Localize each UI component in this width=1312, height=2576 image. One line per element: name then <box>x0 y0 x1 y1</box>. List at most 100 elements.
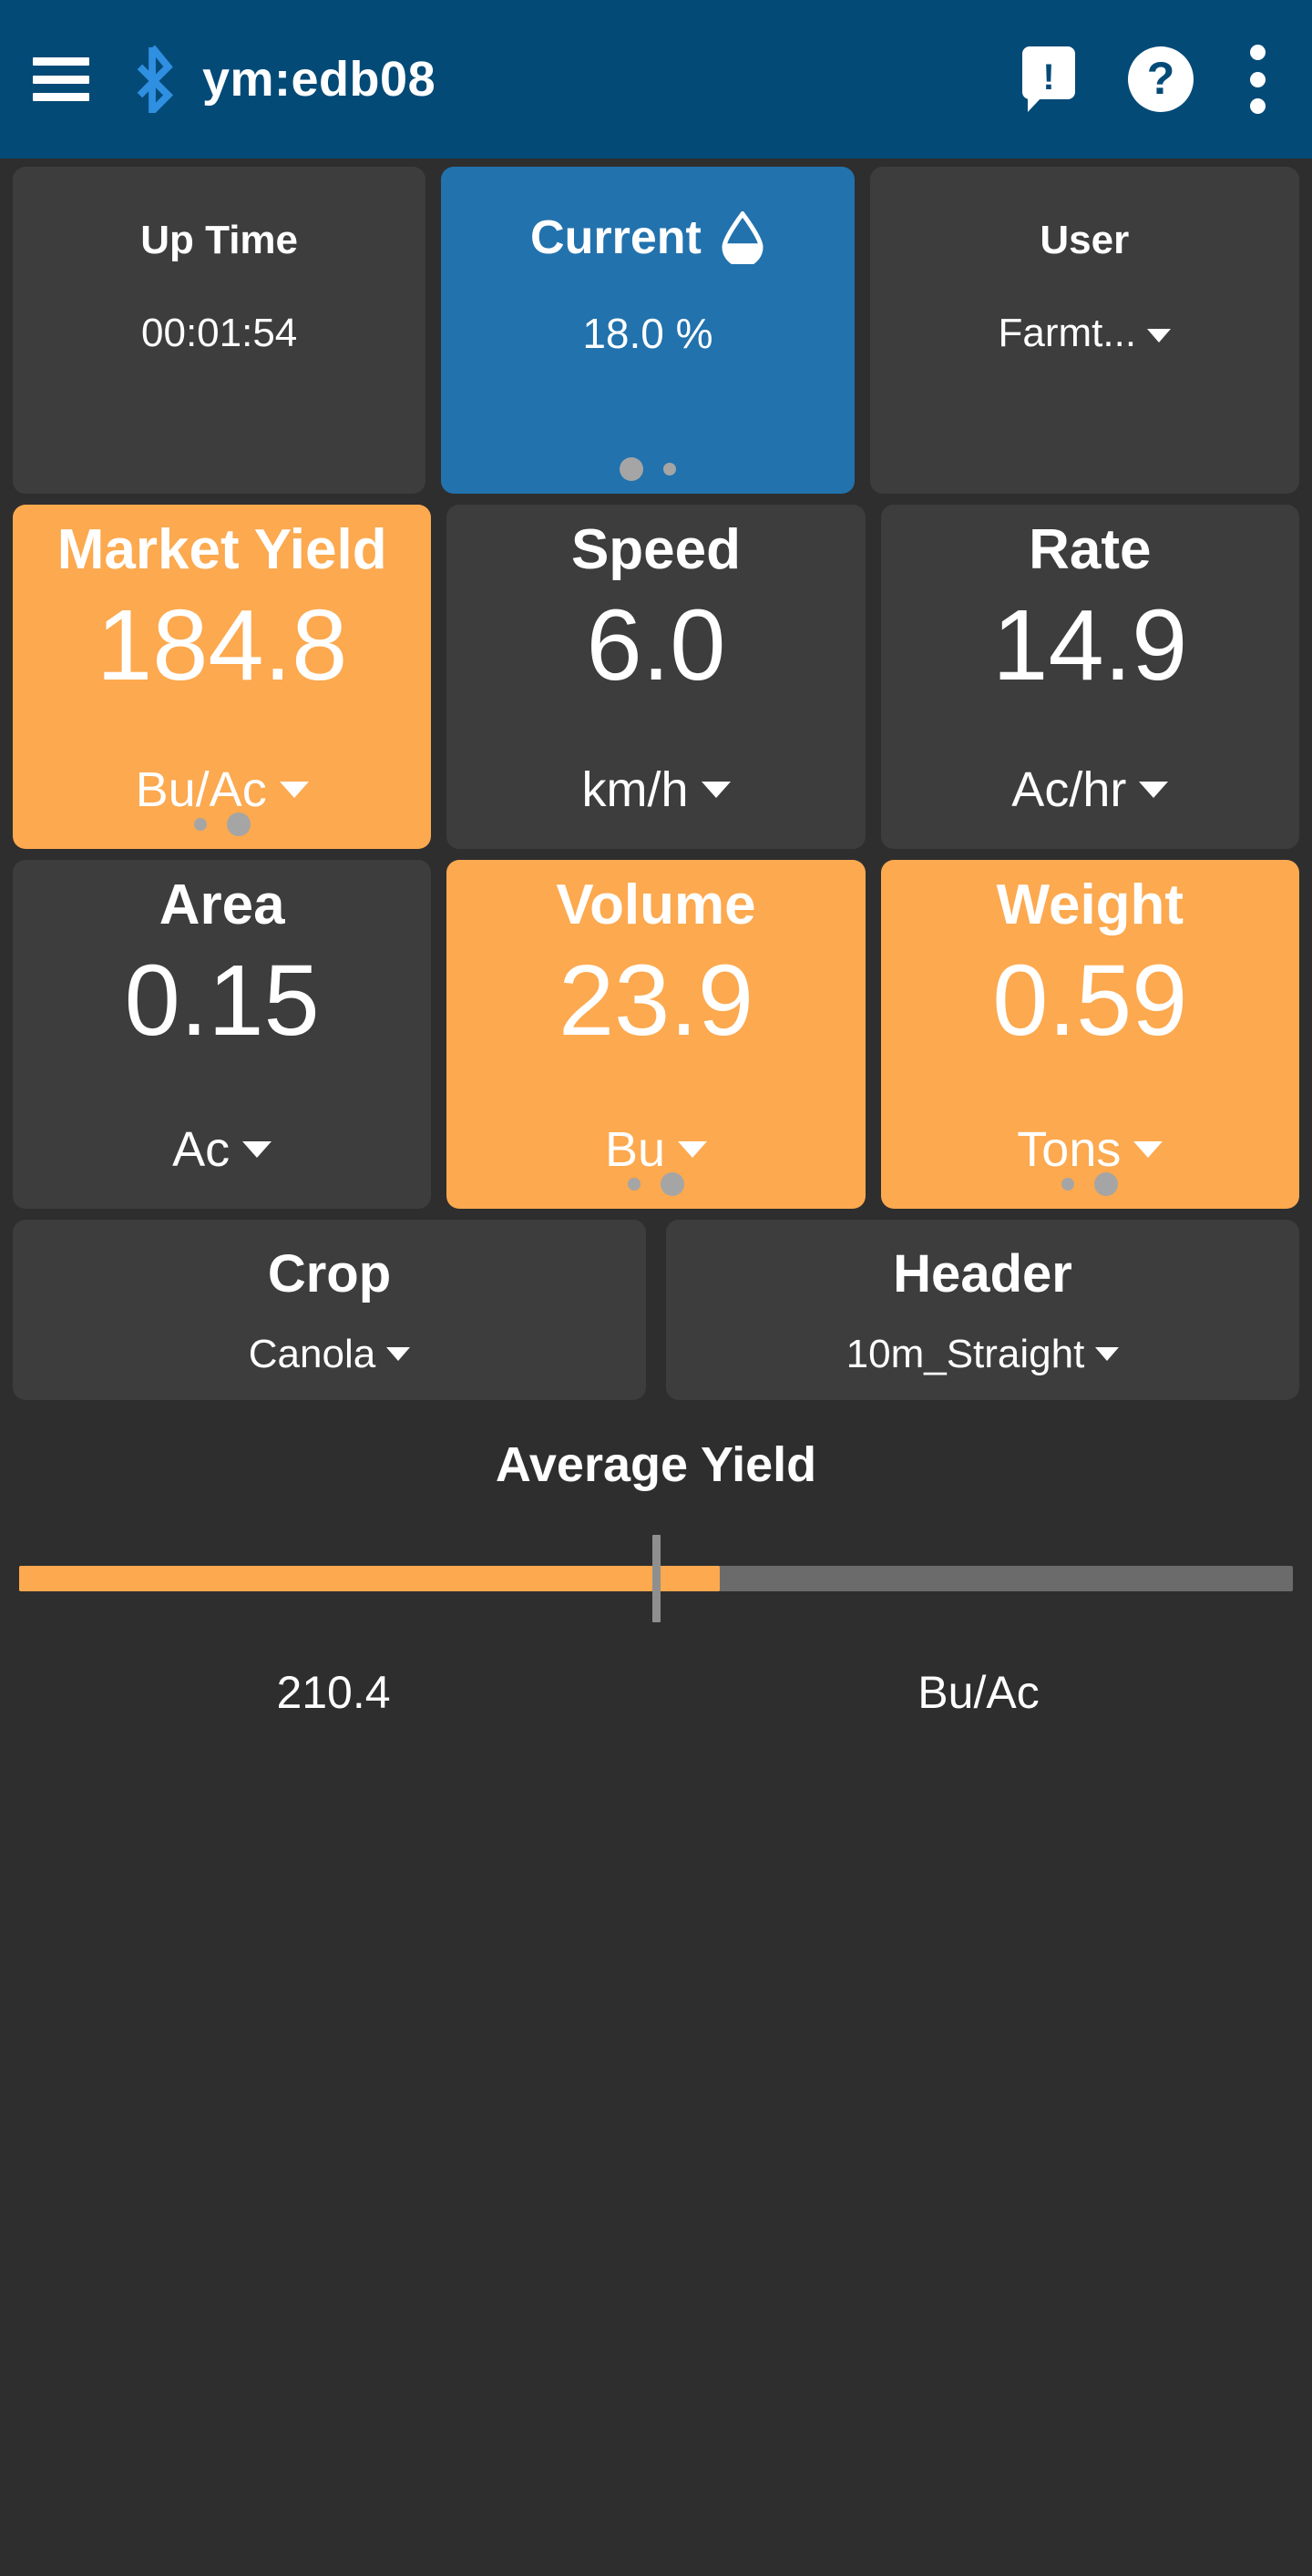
app-bar-title: ym:edb08 <box>202 52 436 107</box>
hamburger-line <box>33 57 89 66</box>
chevron-down-icon[interactable] <box>1095 1347 1120 1361</box>
metric-tile-weight[interactable]: Weight 0.59 Tons <box>880 860 1299 1209</box>
status-value: Farmt... <box>998 311 1137 355</box>
page-dot[interactable] <box>193 818 207 831</box>
selector-row: Crop Canola Header 10m_Straight <box>0 1209 1312 1400</box>
metric-tile-rate[interactable]: Rate 14.9 Ac/hr <box>880 505 1299 849</box>
page-indicator[interactable] <box>881 1172 1299 1196</box>
metric-tile-volume[interactable]: Volume 23.9 Bu <box>446 860 866 1209</box>
bluetooth-icon[interactable] <box>126 44 182 115</box>
selector-value: 10m_Straight <box>846 1331 1085 1376</box>
metric-unit: Bu <box>604 1122 666 1177</box>
metric-value: 0.15 <box>124 944 320 1057</box>
alert-message-icon[interactable]: ! <box>1022 46 1075 112</box>
metric-unit: km/h <box>581 762 689 817</box>
metric-unit-row[interactable]: km/h <box>581 762 731 818</box>
metric-tile-speed[interactable]: Speed 6.0 km/h <box>446 505 866 849</box>
gauge-target-tick <box>651 1535 661 1622</box>
metric-label: Rate <box>1029 518 1152 581</box>
metric-label: Market Yield <box>56 518 387 581</box>
metric-value: 6.0 <box>586 588 726 701</box>
metric-unit: Ac <box>172 1122 231 1177</box>
metric-row-lower: Area 0.15 Ac Volume 23.9 Bu Weight 0.59 … <box>0 849 1312 1209</box>
metric-unit: Tons <box>1017 1122 1122 1177</box>
metric-tile-area[interactable]: Area 0.15 Ac <box>13 860 432 1209</box>
metric-label: Speed <box>570 518 742 581</box>
overflow-menu-icon[interactable] <box>1246 45 1268 114</box>
gauge-fill <box>19 1566 720 1591</box>
overflow-dot <box>1249 71 1266 87</box>
chevron-down-icon[interactable] <box>1139 782 1169 798</box>
app-bar: ym:edb08 ! ? <box>0 0 1312 158</box>
hamburger-menu-icon[interactable] <box>33 57 89 101</box>
gauge-unit: Bu/Ac <box>917 1667 1040 1718</box>
hamburger-line <box>33 93 89 101</box>
chevron-down-icon[interactable] <box>242 1141 272 1158</box>
page-dot[interactable] <box>662 463 676 475</box>
metric-unit: Ac/hr <box>1011 762 1127 817</box>
status-value: 00:01:54 <box>141 311 298 355</box>
selector-label: Header <box>893 1243 1072 1303</box>
metric-label: Weight <box>996 874 1184 936</box>
status-row: Up Time 00:01:54 Current 18.0 % User Far… <box>0 158 1312 494</box>
page-dot[interactable] <box>1061 1178 1075 1191</box>
chevron-down-icon[interactable] <box>1147 328 1172 342</box>
metric-row-upper: Market Yield 184.8 Bu/Ac Speed 6.0 km/h … <box>0 494 1312 849</box>
help-glyph: ? <box>1146 53 1175 104</box>
status-label: Current <box>530 211 702 264</box>
page-dot-active[interactable] <box>619 457 643 481</box>
page-indicator[interactable] <box>446 1172 865 1196</box>
overflow-dot <box>1249 45 1266 60</box>
metric-value: 0.59 <box>992 944 1188 1057</box>
page-dot-active[interactable] <box>660 1172 684 1196</box>
status-label: Up Time <box>140 218 299 262</box>
chevron-down-icon[interactable] <box>1133 1141 1163 1158</box>
metric-unit: Bu/Ac <box>135 762 267 817</box>
page-indicator[interactable] <box>441 457 854 481</box>
metric-value: 23.9 <box>558 944 754 1057</box>
status-card-user[interactable]: User Farmt... <box>869 167 1300 494</box>
metric-tile-market-yield[interactable]: Market Yield 184.8 Bu/Ac <box>13 505 432 849</box>
app-bar-actions: ! ? <box>1022 45 1279 114</box>
selector-value-row[interactable]: 10m_Straight <box>846 1332 1120 1377</box>
metric-label: Area <box>159 874 285 936</box>
metric-value: 14.9 <box>992 588 1188 701</box>
help-icon[interactable]: ? <box>1128 46 1194 112</box>
status-label-row: Current <box>530 210 765 265</box>
selector-value: Canola <box>248 1331 376 1376</box>
selector-crop[interactable]: Crop Canola <box>13 1220 646 1400</box>
status-card-up-time[interactable]: Up Time 00:01:54 <box>13 167 426 494</box>
alert-tail <box>1028 97 1042 112</box>
metric-unit-row[interactable]: Ac/hr <box>1011 762 1169 818</box>
metric-label: Volume <box>556 874 756 936</box>
metric-unit-row[interactable]: Tons <box>1017 1121 1163 1178</box>
metric-unit-row[interactable]: Bu/Ac <box>136 762 309 818</box>
selector-header[interactable]: Header 10m_Straight <box>666 1220 1299 1400</box>
chevron-down-icon[interactable] <box>678 1141 708 1158</box>
metric-unit-row[interactable]: Ac <box>172 1121 272 1178</box>
status-value-row: Farmt... <box>999 311 1172 356</box>
page-dot-active[interactable] <box>226 813 251 836</box>
chevron-down-icon[interactable] <box>279 782 309 798</box>
app-root: ym:edb08 ! ? Up Time 00:01:54 Current 18… <box>0 0 1312 2576</box>
gauge-footer: 210.4 Bu/Ac <box>11 1666 1301 1719</box>
selector-label: Crop <box>267 1243 392 1303</box>
chevron-down-icon[interactable] <box>701 782 731 798</box>
chevron-down-icon[interactable] <box>386 1347 411 1361</box>
gauge-value: 210.4 <box>276 1667 391 1718</box>
average-yield-gauge: Average Yield 210.4 Bu/Ac <box>0 1400 1312 2576</box>
page-indicator[interactable] <box>13 813 431 836</box>
metric-value: 184.8 <box>97 588 348 701</box>
overflow-dot <box>1249 98 1266 114</box>
alert-glyph: ! <box>1042 57 1055 97</box>
status-label: User <box>1040 218 1130 262</box>
selector-value-row[interactable]: Canola <box>248 1331 411 1377</box>
page-dot[interactable] <box>627 1178 641 1191</box>
water-drop-icon <box>722 211 764 264</box>
status-value: 18.0 % <box>582 310 713 357</box>
metric-unit-row[interactable]: Bu <box>604 1121 708 1178</box>
page-dot-active[interactable] <box>1094 1172 1119 1196</box>
gauge-title: Average Yield <box>495 1437 817 1492</box>
status-card-current[interactable]: Current 18.0 % <box>441 167 855 494</box>
gauge-bar[interactable] <box>11 1535 1301 1622</box>
